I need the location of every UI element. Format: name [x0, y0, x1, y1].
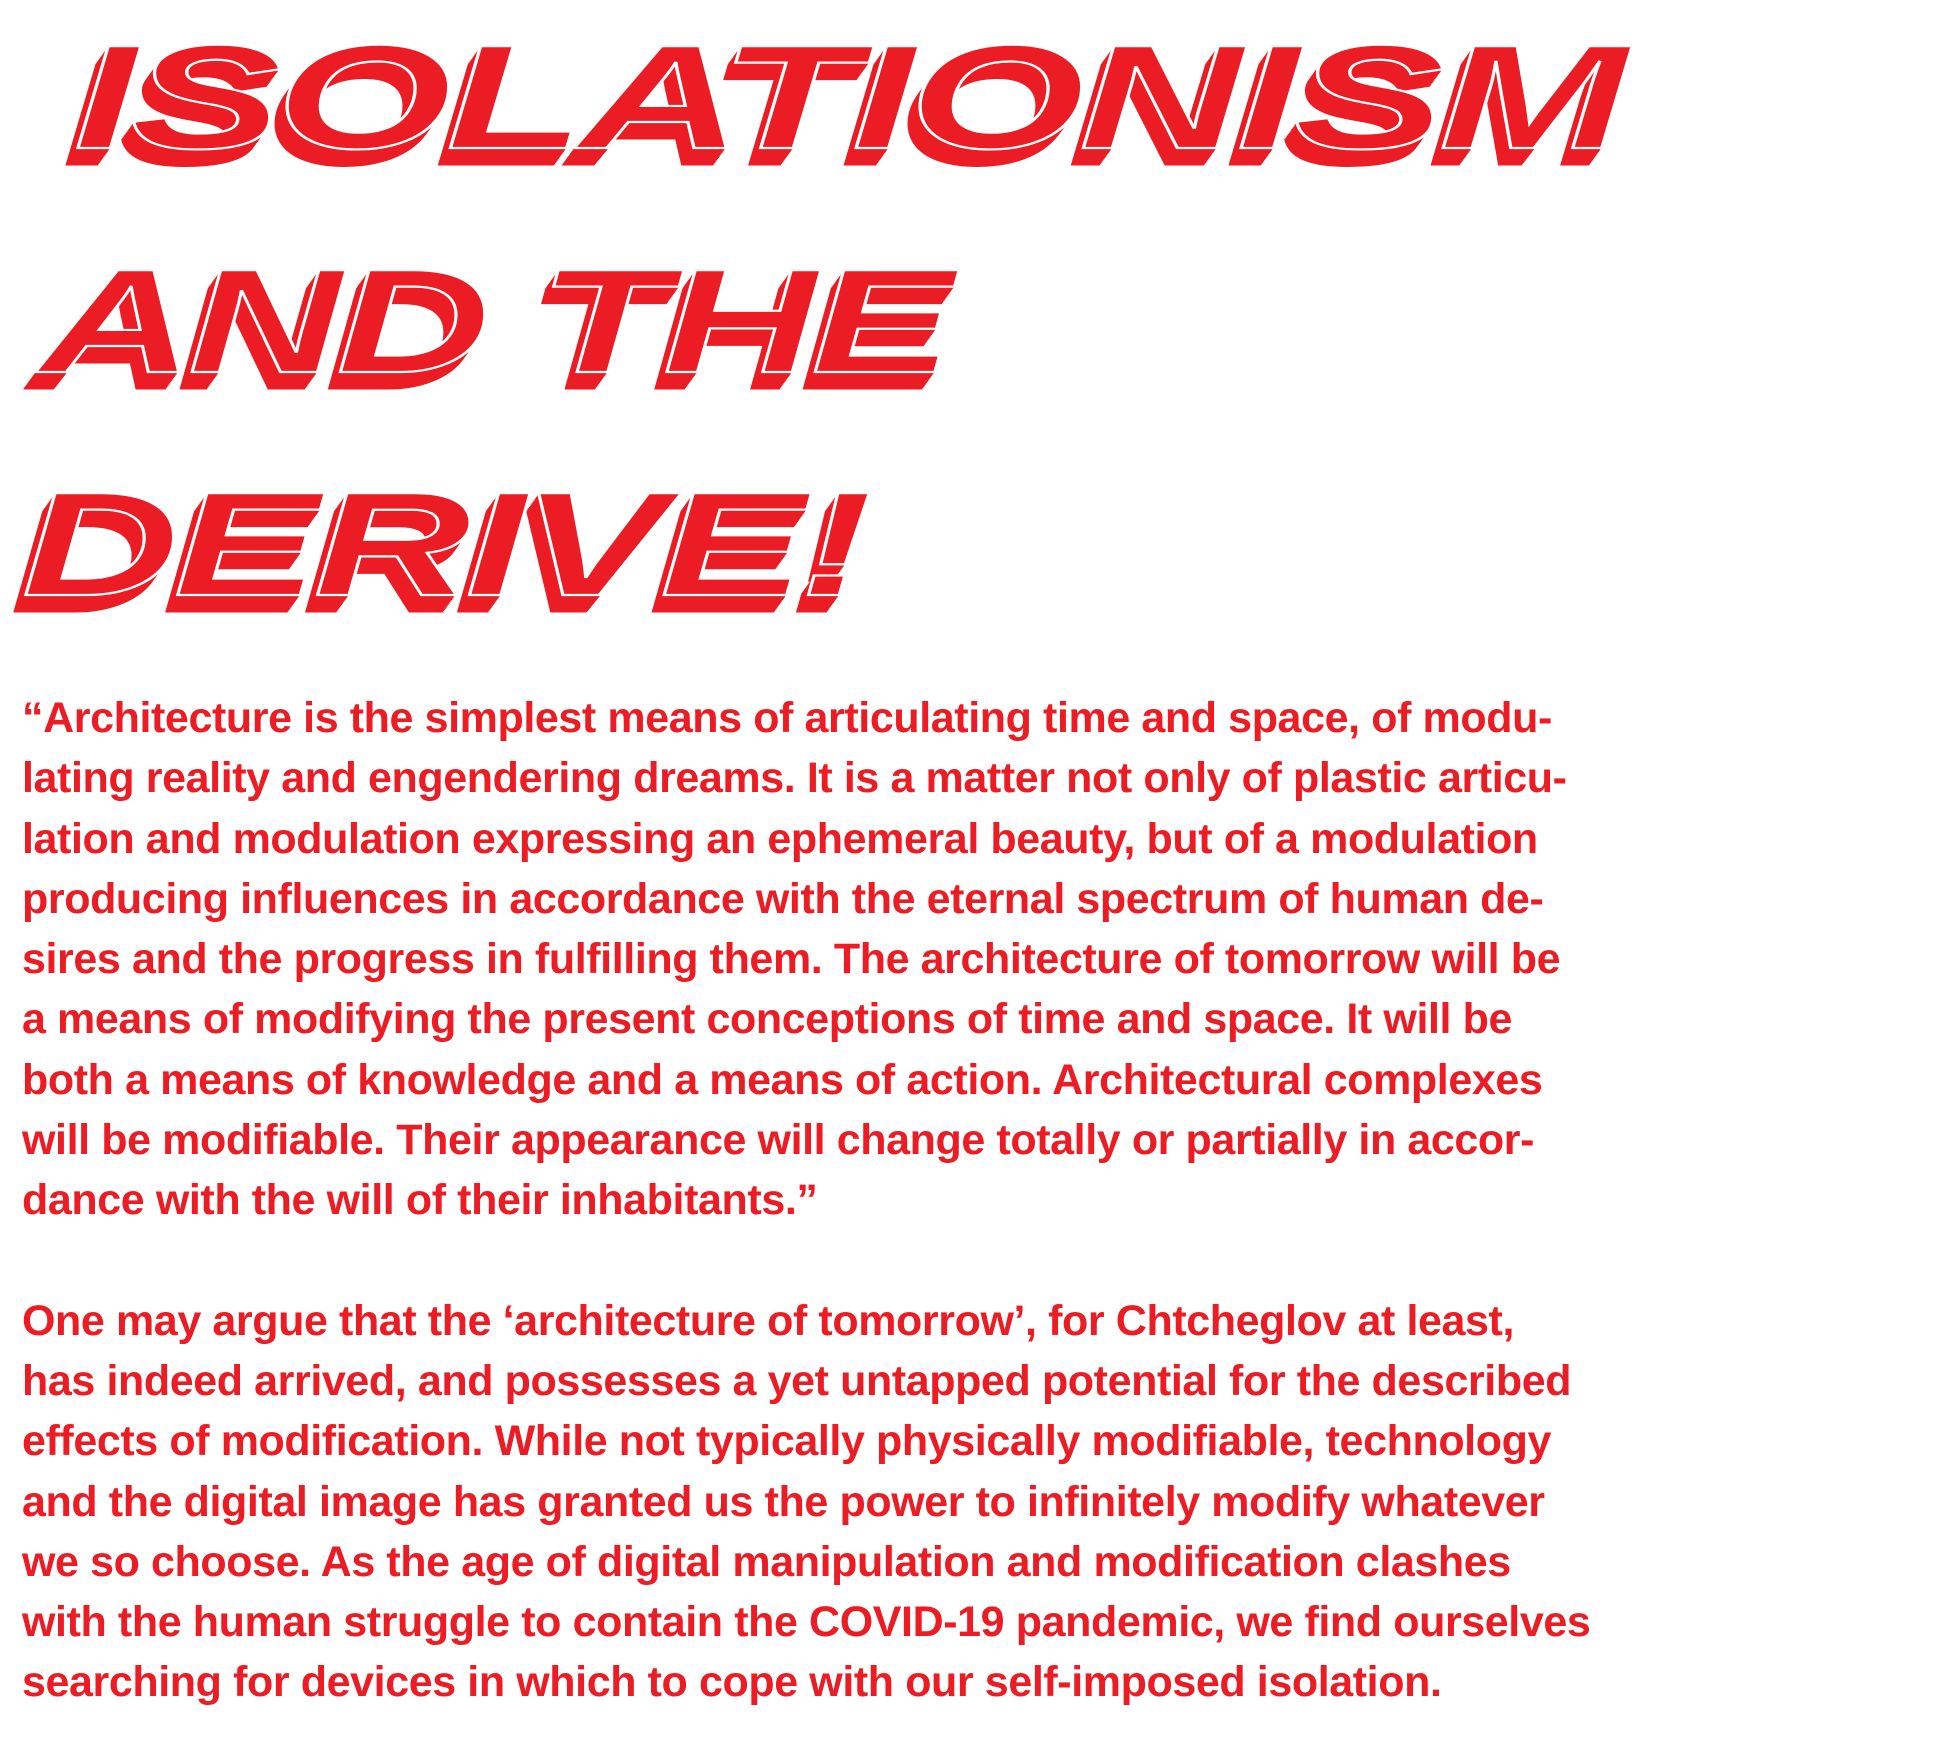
quote-paragraph: “Architecture is the simplest means of a… — [22, 688, 1945, 1231]
text-line: dance with the will of their inhabitants… — [22, 1176, 818, 1225]
title-line-text: ISOLATIONISM — [74, 15, 1632, 180]
article-body: “Architecture is the simplest means of a… — [22, 688, 1945, 1713]
text-line: and the digital image has granted us the… — [22, 1477, 1545, 1526]
title-line-text: DERIVE! — [22, 462, 870, 627]
title-line: ISOLATIONISMISOLATIONISMISOLATIONISMISOL… — [61, 14, 1637, 198]
text-line: will be modifiable. Their appearance wil… — [22, 1116, 1535, 1165]
title-line: DERIVE!DERIVE!DERIVE!DERIVE!DERIVE!DERIV… — [9, 461, 874, 640]
text-line: has indeed arrived, and possesses a yet … — [22, 1356, 1572, 1405]
text-line: a means of modifying the present concept… — [22, 995, 1513, 1044]
title-line: AND THEAND THEAND THEAND THEAND THEAND T… — [22, 238, 965, 422]
text-line: with the human struggle to contain the C… — [22, 1598, 1591, 1647]
text-line: both a means of knowledge and a means of… — [22, 1055, 1543, 1104]
text-line: we so choose. As the age of digital mani… — [22, 1537, 1511, 1586]
extruded-title-graphic: ISOLATIONISMISOLATIONISMISOLATIONISMISOL… — [9, 14, 1637, 640]
text-line: “Architecture is the simplest means of a… — [22, 694, 1552, 742]
text-line: One may argue that the ‘architecture of … — [22, 1296, 1515, 1345]
text-line: producing influences in accordance with … — [22, 874, 1544, 923]
text-line: searching for devices in which to cope w… — [22, 1658, 1442, 1707]
text-line: sires and the progress in fulfilling the… — [22, 935, 1561, 984]
commentary-paragraph: One may argue that the ‘architecture of … — [22, 1291, 1945, 1713]
text-line: lation and modulation expressing an ephe… — [22, 814, 1538, 863]
title-line-text: AND THE — [34, 239, 960, 404]
text-line: effects of modification. While not typic… — [22, 1417, 1551, 1466]
text-line: lating reality and engendering dreams. I… — [22, 754, 1567, 803]
page-title: ISOLATIONISM ISOLATIONISM ISOLATIONISM ISOL… — [0, 0, 1945, 640]
